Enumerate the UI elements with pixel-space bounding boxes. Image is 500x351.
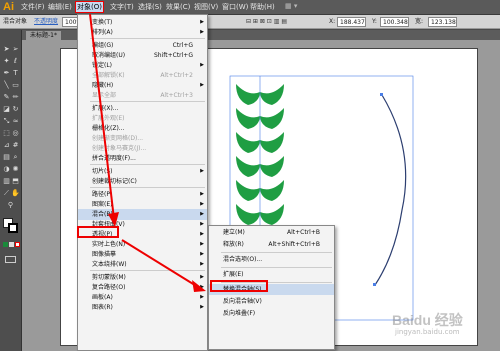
watermark: Baidu 经验: [392, 312, 463, 328]
arrowhead-blend: [108, 212, 119, 227]
tutorial-annotations: [89, 13, 206, 292]
arrow-to-replace-spine: [121, 239, 199, 288]
illustrator-window: Ai 文件(F) 编辑(E) 对象(O) 文字(T) 选择(S) 效果(C) 视…: [0, 0, 500, 351]
replace-spine-highlight-box: [210, 280, 268, 292]
watermark-url: jingyan.baidu.com: [395, 328, 460, 336]
arrowhead-replace-spine: [192, 280, 206, 292]
blend-highlight-box: [77, 226, 119, 238]
arrow-to-blend: [89, 13, 115, 220]
